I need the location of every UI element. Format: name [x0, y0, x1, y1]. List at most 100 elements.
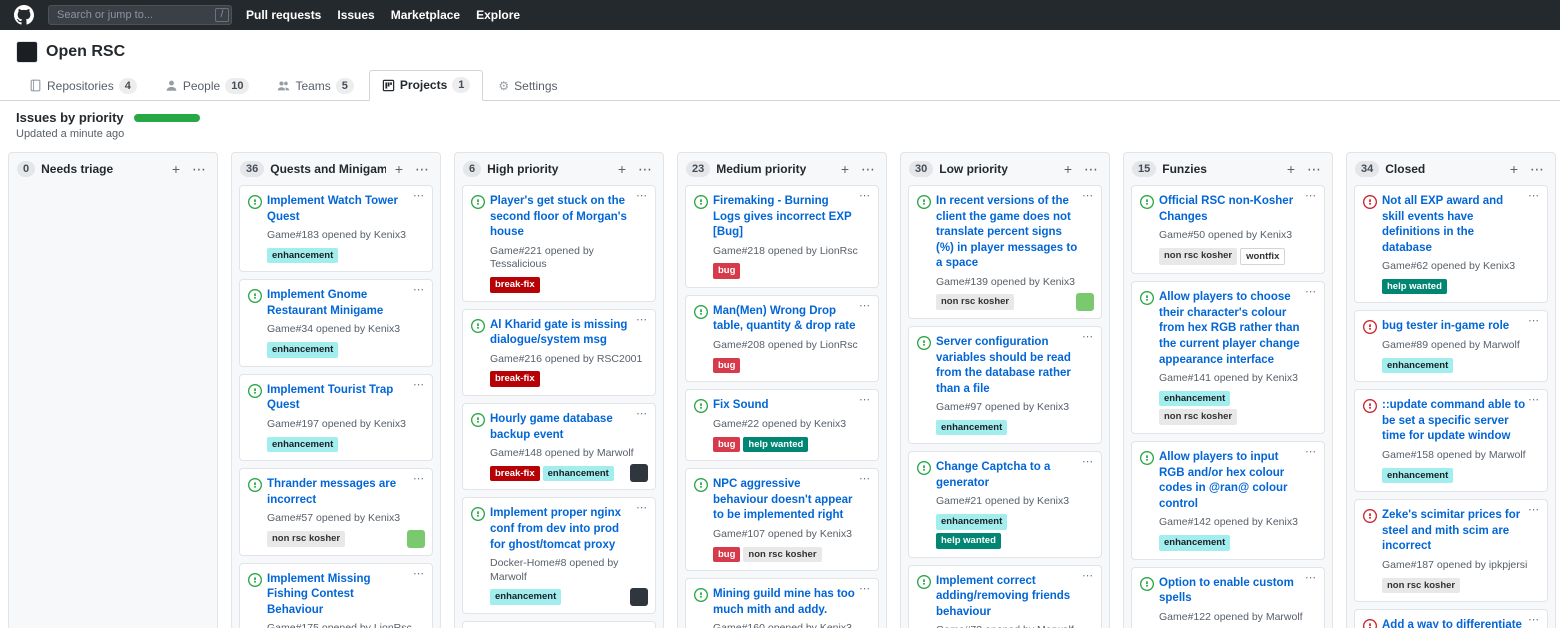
card-menu-button[interactable]: ⋯: [1528, 503, 1540, 516]
issue-card[interactable]: ⋯::update command able to be set a speci…: [1354, 389, 1548, 492]
card-title-link[interactable]: Mining guild mine has too much mith and …: [713, 587, 858, 618]
issue-card[interactable]: ⋯Implement Watch Tower QuestGame#183 ope…: [239, 185, 433, 272]
column-menu-button[interactable]: ⋯: [1081, 162, 1101, 176]
card-menu-button[interactable]: ⋯: [859, 582, 871, 595]
add-card-button[interactable]: +: [838, 162, 852, 176]
tab-people[interactable]: People 10: [152, 70, 263, 101]
column-menu-button[interactable]: ⋯: [858, 162, 878, 176]
column-menu-button[interactable]: ⋯: [1304, 162, 1324, 176]
add-card-button[interactable]: +: [1061, 162, 1075, 176]
issue-card[interactable]: ⋯Implement Gnome Restaurant MinigameGame…: [239, 279, 433, 366]
add-card-button[interactable]: +: [615, 162, 629, 176]
card-menu-button[interactable]: ⋯: [1082, 189, 1094, 202]
card-title-link[interactable]: Fix Sound: [713, 398, 769, 414]
card-title-link[interactable]: Not all EXP award and skill events have …: [1382, 194, 1527, 256]
issue-card[interactable]: ⋯Fix SoundGame#22 opened by Kenix3bughel…: [685, 389, 879, 461]
issue-card[interactable]: ⋯Validate that a human is creating chara…: [462, 621, 656, 628]
card-title-link[interactable]: NPC aggressive behaviour doesn't appear …: [713, 477, 858, 524]
issue-card[interactable]: ⋯Server configuration variables should b…: [908, 326, 1102, 444]
issue-card[interactable]: ⋯Mining guild mine has too much mith and…: [685, 578, 879, 628]
card-menu-button[interactable]: ⋯: [1082, 455, 1094, 468]
card-title-link[interactable]: Implement correct adding/removing friend…: [936, 574, 1081, 621]
card-title-link[interactable]: Option to enable custom spells: [1159, 576, 1304, 607]
issue-card[interactable]: ⋯Official RSC non-Kosher ChangesGame#50 …: [1131, 185, 1325, 274]
card-menu-button[interactable]: ⋯: [413, 472, 425, 485]
card-menu-button[interactable]: ⋯: [636, 313, 648, 326]
card-title-link[interactable]: Firemaking - Burning Logs gives incorrec…: [713, 194, 858, 241]
org-name[interactable]: Open RSC: [46, 43, 125, 61]
card-title-link[interactable]: Player's get stuck on the second floor o…: [490, 194, 635, 241]
card-menu-button[interactable]: ⋯: [636, 501, 648, 514]
card-menu-button[interactable]: ⋯: [636, 189, 648, 202]
card-title-link[interactable]: Allow players to choose their character'…: [1159, 290, 1304, 368]
issue-card[interactable]: ⋯Al Kharid gate is missing dialogue/syst…: [462, 309, 656, 396]
card-menu-button[interactable]: ⋯: [1082, 569, 1094, 582]
issue-card[interactable]: ⋯Implement correct adding/removing frien…: [908, 565, 1102, 628]
add-card-button[interactable]: +: [1507, 162, 1521, 176]
nav-marketplace[interactable]: Marketplace: [391, 8, 460, 22]
card-menu-button[interactable]: ⋯: [1528, 393, 1540, 406]
card-title-link[interactable]: Implement Watch Tower Quest: [267, 194, 412, 225]
card-menu-button[interactable]: ⋯: [859, 472, 871, 485]
issue-card[interactable]: ⋯Hourly game database backup eventGame#1…: [462, 403, 656, 490]
issue-card[interactable]: ⋯Implement proper nginx conf from dev in…: [462, 497, 656, 614]
card-title-link[interactable]: In recent versions of the client the gam…: [936, 194, 1081, 272]
card-menu-button[interactable]: ⋯: [413, 378, 425, 391]
search-input[interactable]: [48, 5, 232, 25]
card-title-link[interactable]: Hourly game database backup event: [490, 412, 635, 443]
card-title-link[interactable]: Official RSC non-Kosher Changes: [1159, 194, 1304, 225]
nav-explore[interactable]: Explore: [476, 8, 520, 22]
card-title-link[interactable]: Zeke's scimitar prices for steel and mit…: [1382, 508, 1527, 555]
column-menu-button[interactable]: ⋯: [189, 162, 209, 176]
card-menu-button[interactable]: ⋯: [1305, 285, 1317, 298]
tab-teams[interactable]: Teams 5: [264, 70, 366, 101]
tab-repositories[interactable]: Repositories 4: [16, 70, 150, 101]
column-menu-button[interactable]: ⋯: [1527, 162, 1547, 176]
column-menu-button[interactable]: ⋯: [635, 162, 655, 176]
nav-pull-requests[interactable]: Pull requests: [246, 8, 321, 22]
github-logo-icon[interactable]: [14, 5, 34, 25]
card-menu-button[interactable]: ⋯: [1305, 571, 1317, 584]
tab-projects[interactable]: Projects 1: [369, 70, 483, 101]
issue-card[interactable]: ⋯Not all EXP award and skill events have…: [1354, 185, 1548, 303]
card-menu-button[interactable]: ⋯: [859, 299, 871, 312]
card-menu-button[interactable]: ⋯: [859, 393, 871, 406]
issue-card[interactable]: ⋯NPC aggressive behaviour doesn't appear…: [685, 468, 879, 571]
issue-card[interactable]: ⋯Firemaking - Burning Logs gives incorre…: [685, 185, 879, 288]
card-title-link[interactable]: bug tester in-game role: [1382, 319, 1509, 335]
issue-card[interactable]: ⋯Zeke's scimitar prices for steel and mi…: [1354, 499, 1548, 602]
project-title[interactable]: Issues by priority: [16, 110, 124, 125]
issue-card[interactable]: ⋯Allow players to input RGB and/or hex c…: [1131, 441, 1325, 559]
card-title-link[interactable]: Implement Missing Fishing Contest Behavi…: [267, 572, 412, 619]
issue-card[interactable]: ⋯In recent versions of the client the ga…: [908, 185, 1102, 319]
card-menu-button[interactable]: ⋯: [859, 189, 871, 202]
issue-card[interactable]: ⋯Change Captcha to a generatorGame#21 op…: [908, 451, 1102, 557]
card-menu-button[interactable]: ⋯: [636, 407, 648, 420]
add-card-button[interactable]: +: [169, 162, 183, 176]
card-menu-button[interactable]: ⋯: [413, 189, 425, 202]
org-avatar[interactable]: [16, 41, 38, 63]
card-title-link[interactable]: Implement Tourist Trap Quest: [267, 383, 412, 414]
add-card-button[interactable]: +: [1284, 162, 1298, 176]
card-menu-button[interactable]: ⋯: [1528, 314, 1540, 327]
issue-card[interactable]: ⋯bug tester in-game roleGame#89 opened b…: [1354, 310, 1548, 382]
card-title-link[interactable]: Server configuration variables should be…: [936, 335, 1081, 397]
card-title-link[interactable]: Add a way to differentiate between dev a…: [1382, 618, 1527, 628]
card-title-link[interactable]: Al Kharid gate is missing dialogue/syste…: [490, 318, 635, 349]
issue-card[interactable]: ⋯Implement Tourist Trap QuestGame#197 op…: [239, 374, 433, 461]
card-menu-button[interactable]: ⋯: [1528, 613, 1540, 626]
issue-card[interactable]: ⋯Add a way to differentiate between dev …: [1354, 609, 1548, 628]
issue-card[interactable]: ⋯Allow players to choose their character…: [1131, 281, 1325, 434]
card-menu-button[interactable]: ⋯: [1305, 445, 1317, 458]
card-menu-button[interactable]: ⋯: [1528, 189, 1540, 202]
card-menu-button[interactable]: ⋯: [1082, 330, 1094, 343]
card-title-link[interactable]: ::update command able to be set a specif…: [1382, 398, 1527, 445]
issue-card[interactable]: ⋯Man(Men) Wrong Drop table, quantity & d…: [685, 295, 879, 382]
card-title-link[interactable]: Man(Men) Wrong Drop table, quantity & dr…: [713, 304, 858, 335]
card-menu-button[interactable]: ⋯: [1305, 189, 1317, 202]
card-menu-button[interactable]: ⋯: [413, 283, 425, 296]
nav-issues[interactable]: Issues: [337, 8, 374, 22]
card-menu-button[interactable]: ⋯: [413, 567, 425, 580]
issue-card[interactable]: ⋯Player's get stuck on the second floor …: [462, 185, 656, 302]
column-menu-button[interactable]: ⋯: [412, 162, 432, 176]
